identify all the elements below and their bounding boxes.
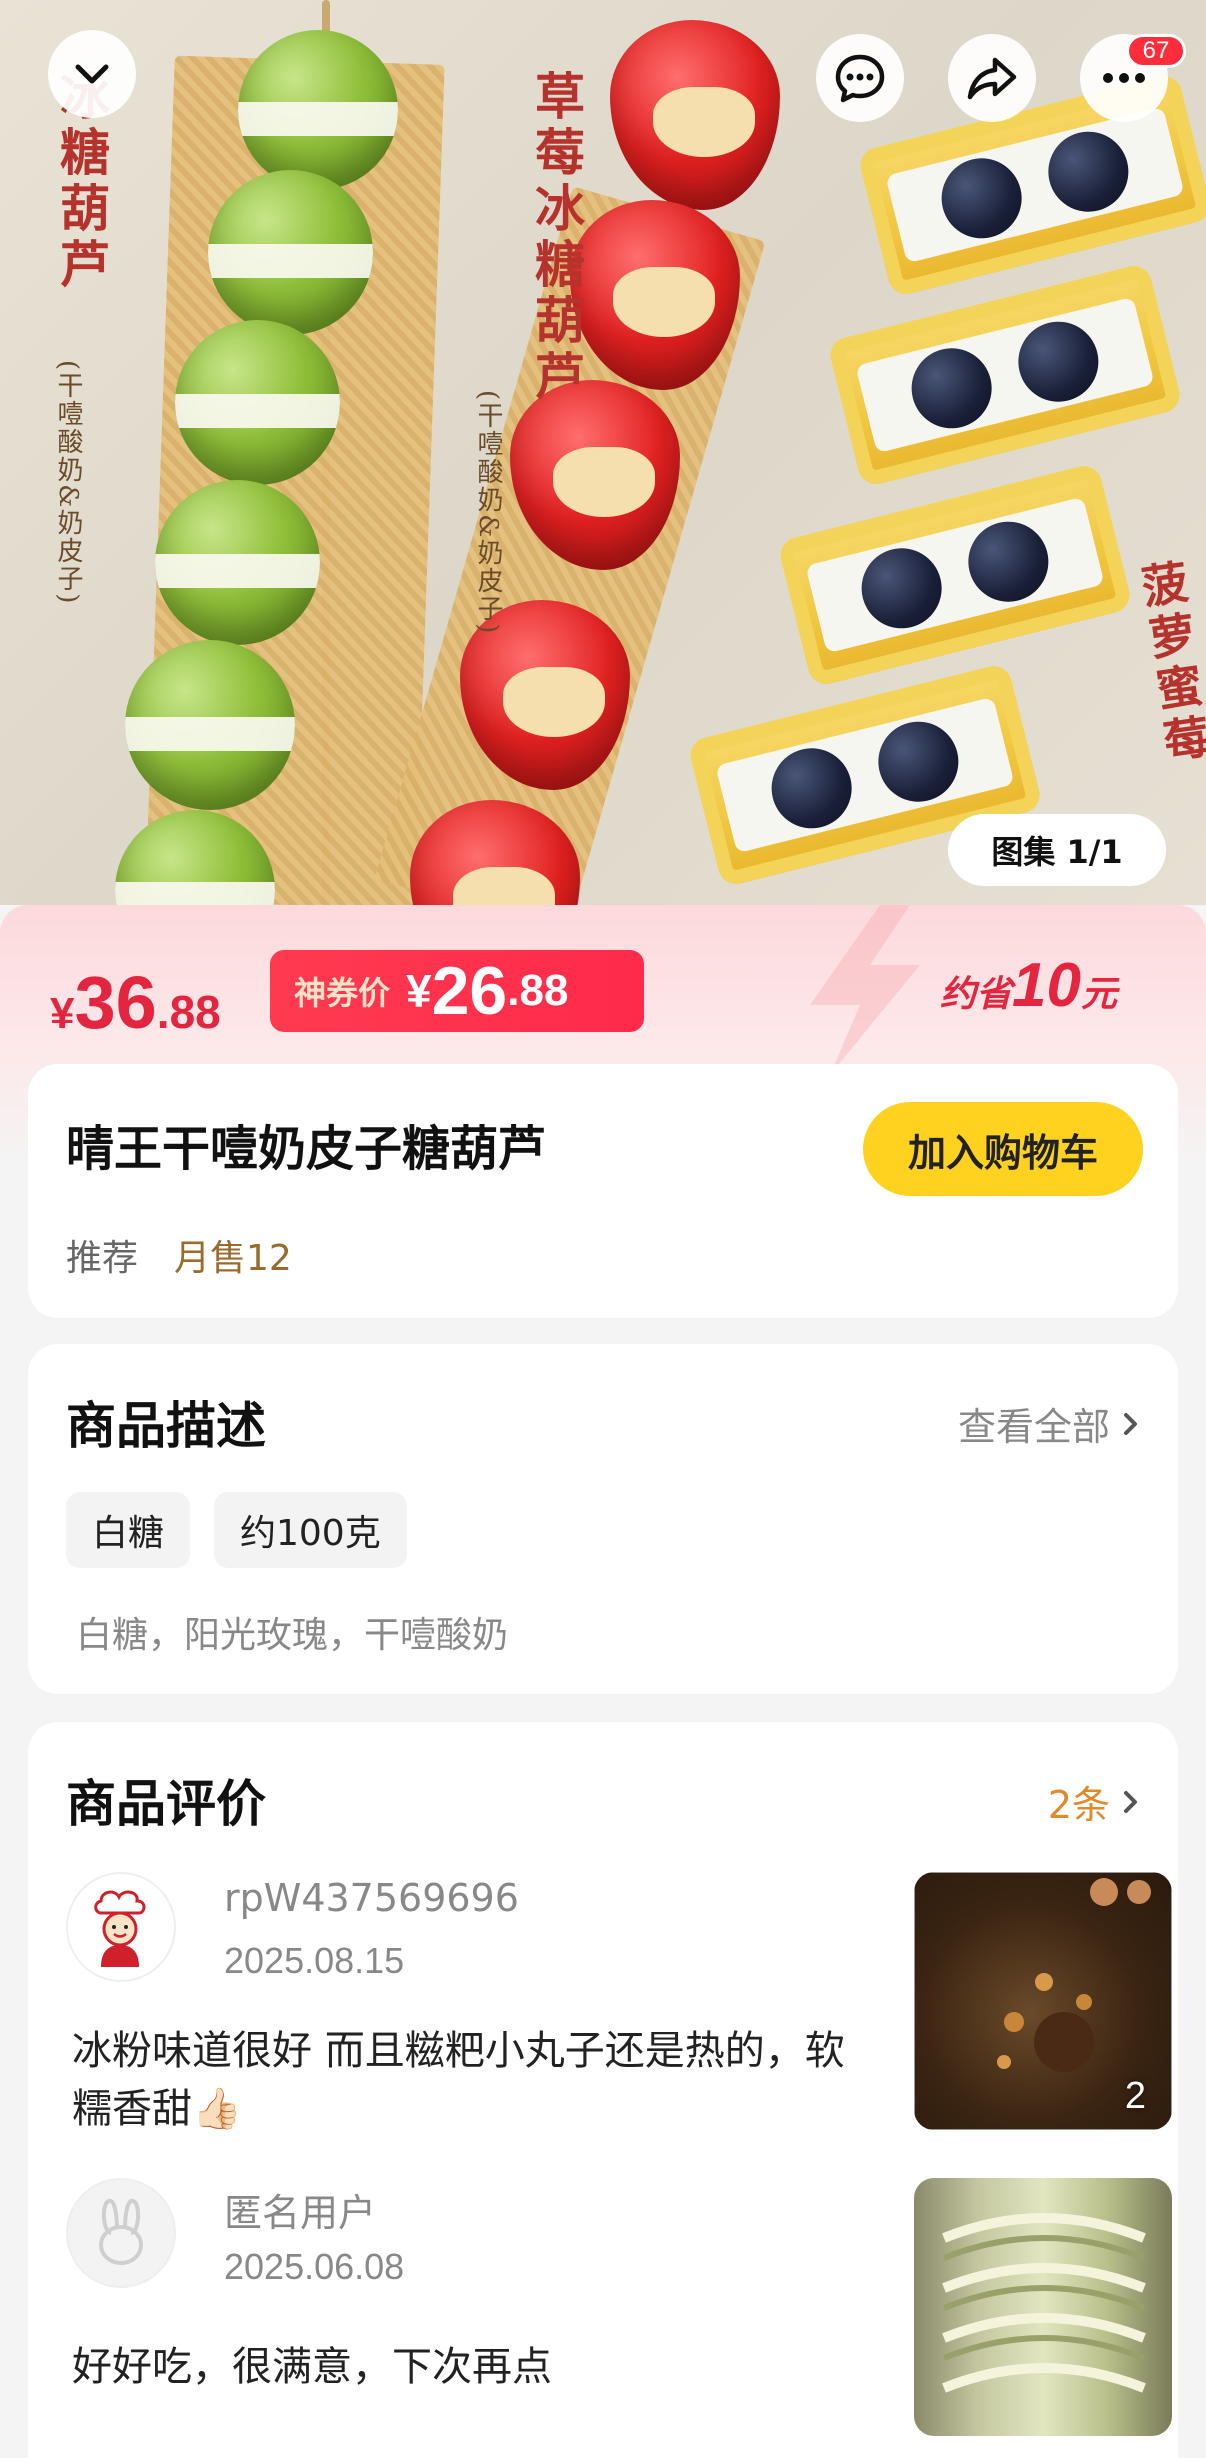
original-price: ¥36.88 (50, 960, 221, 1045)
share-button[interactable] (948, 34, 1036, 122)
description-card: 商品描述 查看全部 白糖 约100克 白糖，阳光玫瑰，干噎酸奶 (28, 1344, 1178, 1694)
mango-roll (776, 462, 1134, 688)
product-meta: 推荐 月售12 (66, 1229, 292, 1281)
review-date: 2025.06.08 (224, 2246, 405, 2287)
original-price-integer: 36 (74, 961, 157, 1044)
grape-ball (125, 640, 295, 810)
product-info-card: 晴王干噎奶皮子糖葫芦 加入购物车 推荐 月售12 (28, 1064, 1178, 1318)
product-title: 晴王干噎奶皮子糖葫芦 (66, 1121, 547, 1177)
original-price-currency: ¥ (50, 989, 75, 1038)
description-title: 商品描述 (66, 1397, 266, 1455)
original-price-decimal: .88 (156, 986, 221, 1038)
chevron-down-icon (75, 64, 109, 84)
monthly-sales: 月售12 (174, 1238, 292, 1279)
savings-prefix: 约省 (940, 974, 1013, 1015)
review-item[interactable]: rpW437569696 2025.08.15 冰粉味道很好 而且糍粑小丸子还是… (66, 1872, 1172, 2152)
pineapple-label: 菠萝蜜莓 (1131, 557, 1206, 771)
savings-suffix: 元 (1080, 974, 1117, 1015)
noodle-photo-icon (942, 2213, 1146, 2393)
description-chip: 约100克 (214, 1492, 407, 1568)
coupon-tag: 神券价 (294, 974, 391, 1012)
grape-ball (238, 30, 398, 190)
anonymous-rabbit-icon (99, 2198, 143, 2265)
review-photo[interactable]: 2 (914, 1872, 1172, 2130)
gallery-counter[interactable]: 图集 1/1 (948, 814, 1166, 886)
reviews-count: 2条 (1047, 1783, 1110, 1827)
coupon-currency: ¥ (406, 965, 432, 1017)
strawberry-sublabel: (干噎酸奶&奶皮子) (473, 390, 503, 636)
product-hero-image[interactable]: 冰糖葫芦 (干噎酸奶&奶皮子) 草莓冰糖葫芦 (干噎酸奶&奶皮子) 菠萝蜜莓 6… (0, 0, 1206, 905)
chevron-right-icon (1124, 1412, 1137, 1435)
grape-ball (208, 170, 373, 335)
notification-badge: 67 (1126, 34, 1186, 68)
grape-ball (155, 480, 320, 645)
grape-ball (175, 320, 340, 485)
description-text: 白糖，阳光玫瑰，干噎酸奶 (76, 1615, 509, 1656)
collapse-button[interactable] (48, 30, 136, 118)
avatar (66, 2178, 176, 2288)
recommend-tag: 推荐 (66, 1238, 139, 1279)
chevron-right-icon (1124, 1790, 1137, 1813)
savings-amount: 10 (1012, 951, 1081, 1020)
chat-button[interactable] (816, 34, 904, 122)
chat-bubble-icon (835, 54, 885, 103)
review-photo[interactable] (914, 2178, 1172, 2436)
review-text: 好好吃，很满意，下次再点 (72, 2344, 552, 2390)
coupon-decimal: .88 (507, 966, 569, 1015)
review-photo-count: 2 (1124, 2075, 1146, 2117)
grape-sublabel: (干噎酸奶&奶皮子) (53, 360, 83, 606)
reviews-card: 商品评价 2条 rpW437569696 2025.08.15 冰粉味道很好 而… (28, 1722, 1178, 2458)
coupon-price[interactable]: 神券价 ¥26.88 (270, 950, 644, 1032)
reviews-count-link[interactable]: 2条 (1048, 1774, 1142, 1829)
chef-avatar-icon (94, 1890, 146, 1967)
lightning-decoration-icon (810, 905, 920, 1075)
review-item[interactable]: 匿名用户 2025.06.08 好好吃，很满意，下次再点 (66, 2178, 1172, 2458)
strawberry-label: 草莓冰糖葫芦 (527, 70, 586, 406)
view-all-link[interactable]: 查看全部 (958, 1396, 1142, 1451)
add-to-cart-button[interactable]: 加入购物车 (863, 1102, 1143, 1196)
review-username: 匿名用户 (224, 2191, 377, 2235)
review-username: rpW437569696 (224, 1876, 519, 1920)
share-arrow-icon (967, 57, 1017, 100)
description-chip: 白糖 (66, 1492, 191, 1568)
coupon-integer: 26 (431, 953, 508, 1029)
mango-roll (826, 262, 1184, 488)
view-all-label: 查看全部 (957, 1405, 1110, 1449)
avatar (66, 1872, 176, 1982)
strawberry (610, 20, 780, 210)
savings-label: 约省10元 (940, 950, 1117, 1021)
review-text: 冰粉味道很好 而且糍粑小丸子还是热的，软糯香甜👍🏻 (72, 2028, 845, 2132)
review-date: 2025.08.15 (224, 1940, 405, 1981)
reviews-title: 商品评价 (66, 1775, 266, 1833)
